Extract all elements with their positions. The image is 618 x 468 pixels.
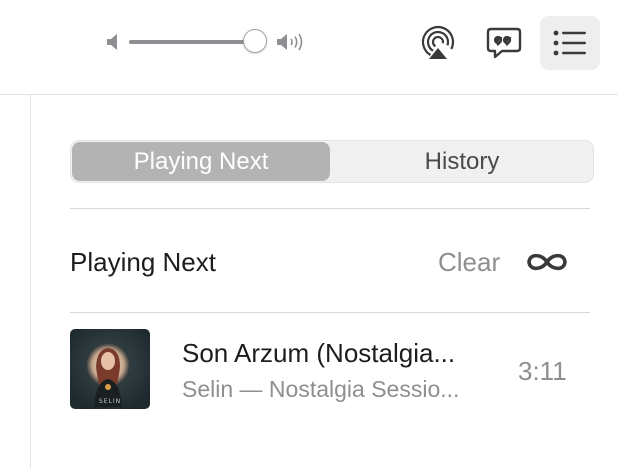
queue-list-item[interactable]: SELIN Son Arzum (Nostalgia... Selin — No… <box>70 328 590 410</box>
volume-control[interactable] <box>106 28 312 56</box>
list-icon <box>553 30 586 56</box>
volume-slider-fill <box>129 40 255 44</box>
song-subtitle: Selin — Nostalgia Sessio... <box>182 376 460 402</box>
song-title: Son Arzum (Nostalgia... <box>182 338 456 368</box>
clear-button[interactable]: Clear <box>438 247 500 278</box>
album-artwork: SELIN <box>70 329 150 409</box>
infinity-icon[interactable] <box>524 248 570 276</box>
divider <box>70 312 590 313</box>
volume-slider-track[interactable] <box>129 40 259 44</box>
airplay-icon <box>421 25 455 59</box>
speaker-low-icon <box>107 34 117 50</box>
artwork-text: SELIN <box>99 398 121 405</box>
lyrics-button[interactable] <box>474 16 534 70</box>
airplay-button[interactable] <box>408 16 468 70</box>
queue-button[interactable] <box>540 16 600 70</box>
tab-playing-next[interactable]: Playing Next <box>72 142 330 181</box>
song-duration: 3:11 <box>518 356 567 386</box>
toolbar <box>0 0 618 95</box>
album-artwork-image: SELIN <box>70 329 150 409</box>
sidebar-divider <box>30 95 31 468</box>
speaker-high-icon <box>277 33 303 51</box>
quote-bubble-icon <box>486 27 522 59</box>
queue-segmented-control: Playing Next History <box>70 140 594 183</box>
volume-slider-knob[interactable] <box>243 29 267 53</box>
divider <box>70 208 590 209</box>
tab-history[interactable]: History <box>333 142 591 181</box>
section-title: Playing Next <box>70 247 216 277</box>
